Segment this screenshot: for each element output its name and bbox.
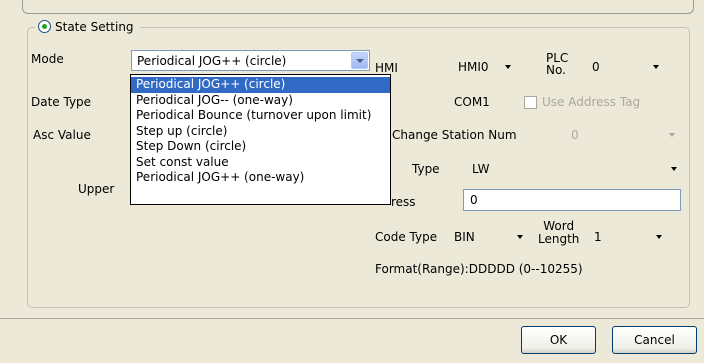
address-type-label: Type xyxy=(412,162,440,176)
code-type-select[interactable]: BIN xyxy=(449,226,527,248)
button-bar xyxy=(0,319,704,363)
change-station-label: Change Station Num xyxy=(392,128,517,142)
address-input[interactable]: 0 xyxy=(463,189,681,211)
mode-option[interactable]: Step up (circle) xyxy=(131,124,390,140)
ok-button[interactable]: OK xyxy=(521,326,596,354)
plc-no-select-value: 0 xyxy=(592,60,600,74)
hmi-label: HMI xyxy=(375,61,398,75)
cancel-button-label: Cancel xyxy=(634,333,675,347)
mode-select-value: Periodical JOG++ (circle) xyxy=(137,53,287,68)
mode-option[interactable]: Periodical JOG++ (one-way) xyxy=(131,170,390,186)
mode-option[interactable]: Periodical JOG++ (circle) xyxy=(131,77,390,93)
plc-no-label-line2: No. xyxy=(546,63,566,77)
code-type-value: BIN xyxy=(454,230,475,244)
address-type-select[interactable]: LW xyxy=(463,158,681,180)
change-station-value: 0 xyxy=(571,128,579,142)
state-setting-legend[interactable]: State Setting xyxy=(35,17,140,36)
use-address-tag-checkbox[interactable] xyxy=(524,96,537,109)
port-label: COM1 xyxy=(454,95,490,109)
address-label: ress xyxy=(391,195,416,209)
mode-dropdown-list[interactable]: Periodical JOG++ (circle) Periodical JOG… xyxy=(130,74,391,205)
mode-option[interactable]: Periodical JOG-- (one-way) xyxy=(131,93,390,109)
word-length-select[interactable]: 1 xyxy=(588,226,666,248)
code-type-label: Code Type xyxy=(375,230,438,244)
word-length-label: Word Length xyxy=(538,220,579,246)
date-type-label: Date Type xyxy=(31,95,92,109)
change-station-select[interactable]: 0 xyxy=(563,124,679,146)
state-setting-radio[interactable] xyxy=(38,20,51,33)
use-address-tag-label: Use Address Tag xyxy=(542,95,641,109)
chevron-down-icon xyxy=(653,65,659,69)
word-length-value: 1 xyxy=(594,230,602,244)
mode-option[interactable]: Set const value xyxy=(131,155,390,171)
hmi-select-value: HMI0 xyxy=(458,60,489,74)
asc-value-label: Asc Value xyxy=(33,128,91,142)
hmi-select[interactable]: HMI0 xyxy=(451,56,515,78)
mode-label: Mode xyxy=(31,52,64,66)
mode-option[interactable]: Step Down (circle) xyxy=(131,139,390,155)
word-length-label-line2: Length xyxy=(538,232,580,246)
chevron-down-icon xyxy=(355,58,364,63)
ok-button-label: OK xyxy=(549,333,568,347)
chevron-down-icon xyxy=(669,133,675,137)
upper-label: Upper xyxy=(78,182,115,196)
chevron-down-icon xyxy=(505,65,511,69)
previous-section-strip xyxy=(0,0,704,16)
plc-no-label: PLC No. xyxy=(546,52,568,76)
chevron-down-icon xyxy=(671,167,677,171)
address-type-value: LW xyxy=(472,162,490,176)
radio-selected-dot xyxy=(42,24,47,29)
mode-option[interactable]: Periodical Bounce (turnover upon limit) xyxy=(131,108,390,124)
chevron-down-icon xyxy=(517,235,523,239)
address-value: 0 xyxy=(470,193,478,207)
plc-no-select[interactable]: 0 xyxy=(585,56,663,78)
chevron-down-icon xyxy=(656,235,662,239)
mode-select[interactable]: Periodical JOG++ (circle) xyxy=(131,50,370,71)
format-range-text: Format(Range):DDDDD (0--10255) xyxy=(375,262,583,276)
cancel-button[interactable]: Cancel xyxy=(612,326,697,354)
previous-section-border xyxy=(22,0,694,14)
word-length-label-line1: Word xyxy=(543,219,575,233)
state-setting-label: State Setting xyxy=(55,19,134,34)
mode-dropdown-button[interactable] xyxy=(351,52,368,69)
